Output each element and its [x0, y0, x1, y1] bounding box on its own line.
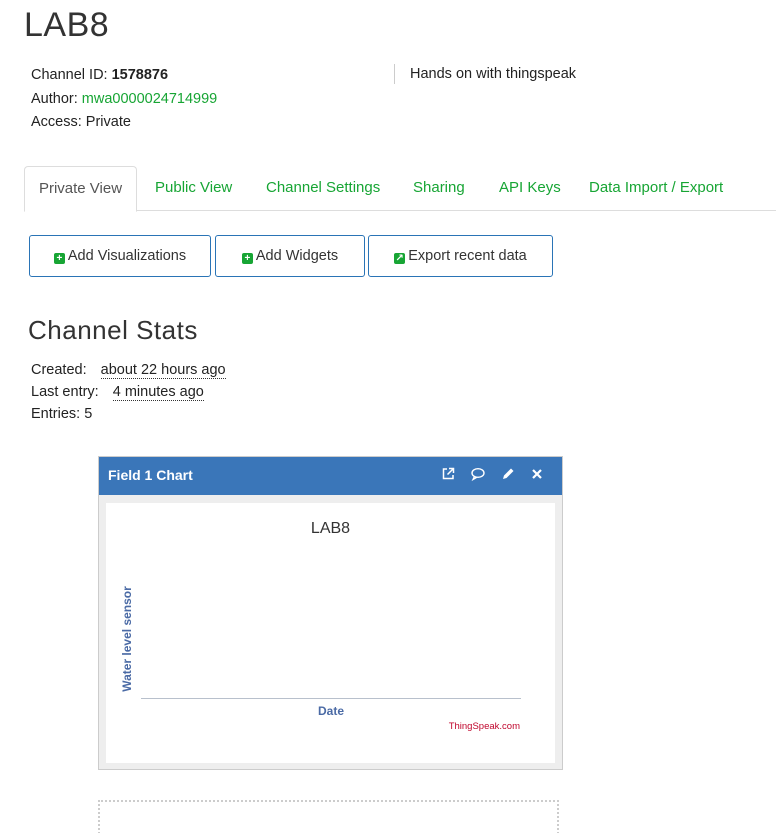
export-recent-data-button[interactable]: ↗ Export recent data [368, 235, 553, 277]
chart-y-axis-label: Water level sensor [120, 586, 134, 692]
last-entry-row: Last entry: 4 minutes ago [31, 381, 226, 403]
channel-info: Channel ID: 1578876 Author: mwa000002471… [31, 64, 217, 135]
plus-icon: + [241, 253, 253, 264]
author-link[interactable]: mwa0000024714999 [82, 91, 217, 107]
chart-x-axis-label: Date [317, 704, 344, 718]
close-icon[interactable] [529, 466, 545, 482]
tab-channel-settings[interactable]: Channel Settings [266, 166, 380, 210]
export-icon: ↗ [394, 253, 406, 264]
external-link-icon[interactable] [440, 466, 456, 482]
channel-stats-heading: Channel Stats [28, 315, 198, 345]
channel-id-label: Channel ID: [31, 67, 108, 83]
entries-row: Entries: 5 [31, 403, 226, 425]
tab-data-import-export[interactable]: Data Import / Export [589, 166, 723, 210]
add-visualizations-button[interactable]: + Add Visualizations [29, 235, 211, 277]
channel-page: LAB8 Channel ID: 1578876 Author: mwa0000… [0, 0, 776, 833]
last-entry-label: Last entry: [31, 384, 99, 400]
channel-id-row: Channel ID: 1578876 [31, 64, 217, 88]
tab-sharing[interactable]: Sharing [413, 166, 465, 210]
widget-header: Field 1 Chart [99, 457, 562, 495]
entries-label: Entries: [31, 406, 81, 422]
thingspeak-credit-link[interactable]: ThingSpeak.com [449, 721, 520, 732]
entries-value: 5 [84, 406, 93, 422]
add-widgets-label: Add Widgets [255, 248, 339, 264]
tab-public-view[interactable]: Public View [155, 166, 232, 210]
channel-stats: Created: about 22 hours ago Last entry: … [31, 359, 226, 425]
access-value: Private [85, 114, 131, 130]
plus-icon: + [53, 253, 65, 264]
author-row: Author: mwa0000024714999 [31, 88, 217, 112]
chart-title: LAB8 [310, 520, 351, 537]
access-row: Access: Private [31, 111, 217, 135]
widget-title: Field 1 Chart [108, 467, 193, 483]
channel-tabs: Private View Public View Channel Setting… [24, 166, 776, 212]
comment-icon[interactable] [470, 466, 486, 482]
chart-x-axis-line [141, 698, 521, 699]
add-visualizations-label: Add Visualizations [67, 248, 187, 264]
channel-title: LAB8 [24, 6, 110, 44]
created-row: Created: about 22 hours ago [31, 359, 226, 381]
widget-placeholder [98, 800, 559, 833]
add-widgets-button[interactable]: + Add Widgets [215, 235, 365, 277]
access-label: Access: [31, 114, 82, 130]
export-recent-data-label: Export recent data [408, 248, 527, 264]
created-label: Created: [31, 362, 87, 378]
field-1-chart-widget: Field 1 Chart LAB8 Water level sensor Da… [98, 456, 563, 770]
chart-area: LAB8 Water level sensor Date ThingSpeak.… [106, 503, 555, 763]
last-entry-value: 4 minutes ago [112, 384, 204, 401]
channel-description: Hands on with thingspeak [394, 64, 576, 84]
tab-api-keys[interactable]: API Keys [499, 166, 561, 210]
pencil-icon[interactable] [500, 466, 516, 482]
tab-private-view[interactable]: Private View [24, 166, 137, 212]
channel-id-value: 1578876 [111, 67, 169, 83]
created-value: about 22 hours ago [100, 362, 226, 379]
author-label: Author: [31, 90, 78, 107]
